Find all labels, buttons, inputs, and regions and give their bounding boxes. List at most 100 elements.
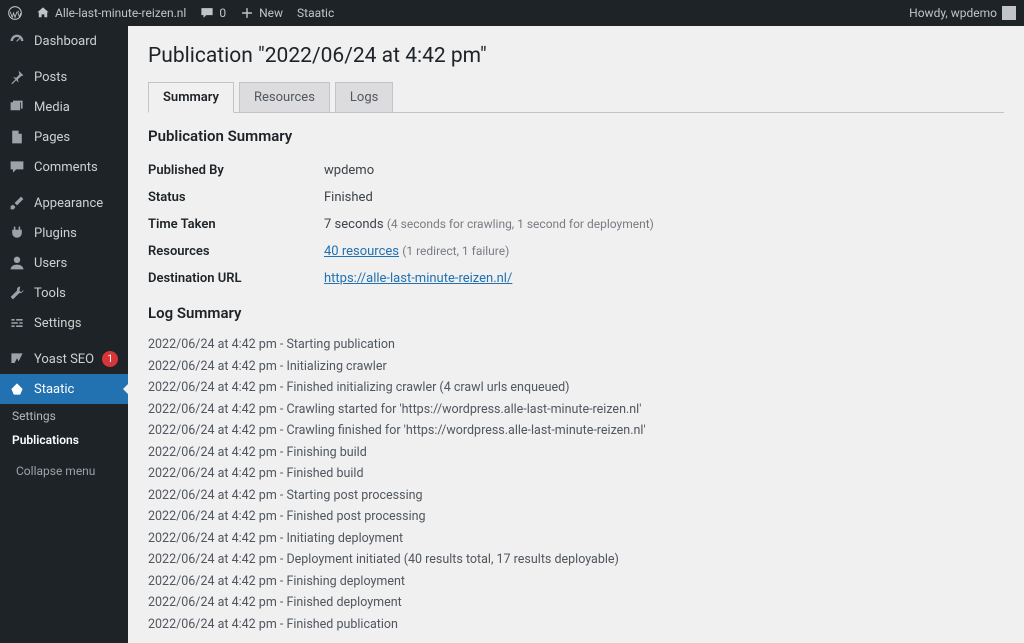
sidebar-label: Appearance	[34, 196, 103, 211]
sidebar-label: Dashboard	[34, 34, 97, 49]
brush-icon	[8, 194, 26, 212]
log-entry: 2022/06/24 at 4:42 pm - Finishing deploy…	[148, 571, 1004, 593]
time-taken-value: 7 seconds (4 seconds for crawling, 1 sec…	[324, 217, 654, 232]
time-taken-main: 7 seconds	[324, 217, 384, 232]
site-name: Alle-last-minute-reizen.nl	[55, 6, 186, 20]
sidebar-label: Comments	[34, 160, 98, 175]
admin-bar-right: Howdy, wpdemo	[909, 6, 1016, 20]
yoast-badge: 1	[102, 351, 118, 367]
sidebar-label: Yoast SEO	[34, 352, 94, 367]
log-entry: 2022/06/24 at 4:42 pm - Crawling finishe…	[148, 420, 1004, 442]
tabs: Summary Resources Logs	[148, 82, 1004, 113]
sidebar-item-pages[interactable]: Pages	[0, 122, 128, 152]
admin-bar-left: Alle-last-minute-reizen.nl 0 New Staatic	[8, 6, 334, 20]
page-title: Publication "2022/06/24 at 4:42 pm"	[148, 44, 1004, 68]
tab-logs[interactable]: Logs	[335, 82, 393, 112]
howdy-item[interactable]: Howdy, wpdemo	[909, 6, 1016, 20]
sidebar-item-dashboard[interactable]: Dashboard	[0, 26, 128, 56]
comments-item[interactable]: 0	[200, 6, 226, 20]
new-label: New	[259, 6, 283, 20]
sidebar-item-posts[interactable]: Posts	[0, 62, 128, 92]
log-entry: 2022/06/24 at 4:42 pm - Finished deploym…	[148, 592, 1004, 614]
collapse-menu[interactable]: Collapse menu	[0, 458, 128, 484]
sidebar-label: Staatic	[34, 382, 74, 397]
plus-icon	[240, 6, 254, 20]
sidebar-item-staatic[interactable]: Staatic	[0, 374, 128, 404]
log-entry: 2022/06/24 at 4:42 pm - Starting post pr…	[148, 485, 1004, 507]
log-summary-heading: Log Summary	[148, 304, 1004, 322]
sidebar-sub-settings[interactable]: Settings	[0, 404, 128, 428]
sidebar-item-settings[interactable]: Settings	[0, 308, 128, 338]
sidebar-label: Users	[34, 256, 67, 271]
plug-icon	[8, 224, 26, 242]
sidebar-sub-publications[interactable]: Publications	[0, 428, 128, 452]
tab-resources[interactable]: Resources	[239, 82, 330, 112]
status-value: Finished	[324, 190, 373, 205]
publication-summary-heading: Publication Summary	[148, 127, 1004, 145]
media-icon	[8, 98, 26, 116]
sidebar-item-comments[interactable]: Comments	[0, 152, 128, 182]
time-taken-detail: (4 seconds for crawling, 1 second for de…	[387, 217, 654, 231]
log-entry: 2022/06/24 at 4:42 pm - Finished build	[148, 463, 1004, 485]
sidebar-item-media[interactable]: Media	[0, 92, 128, 122]
sidebar-label: Tools	[34, 286, 66, 301]
sidebar-item-users[interactable]: Users	[0, 248, 128, 278]
comment-icon	[200, 6, 214, 20]
published-by-value: wpdemo	[324, 163, 374, 178]
resources-link[interactable]: 40 resources	[324, 244, 399, 259]
sidebar-item-appearance[interactable]: Appearance	[0, 188, 128, 218]
log-entry: 2022/06/24 at 4:42 pm - Deployment initi…	[148, 549, 1004, 571]
new-item[interactable]: New	[240, 6, 283, 20]
row-resources: Resources 40 resources (1 redirect, 1 fa…	[148, 238, 1004, 265]
sidebar-item-tools[interactable]: Tools	[0, 278, 128, 308]
log-entry: 2022/06/24 at 4:42 pm - Finishing build	[148, 442, 1004, 464]
log-entry: 2022/06/24 at 4:42 pm - Finished post pr…	[148, 506, 1004, 528]
destination-url-value: https://alle-last-minute-reizen.nl/	[324, 271, 512, 286]
comments-icon	[8, 158, 26, 176]
log-entry: 2022/06/24 at 4:42 pm - Finished initial…	[148, 377, 1004, 399]
resources-label: Resources	[148, 244, 324, 259]
sliders-icon	[8, 314, 26, 332]
wrench-icon	[8, 284, 26, 302]
log-entry: 2022/06/24 at 4:42 pm - Finished publica…	[148, 614, 1004, 636]
site-name-item[interactable]: Alle-last-minute-reizen.nl	[36, 6, 186, 20]
tab-summary[interactable]: Summary	[148, 82, 234, 113]
wordpress-logo-icon	[8, 6, 22, 20]
admin-sidebar: Dashboard Posts Media Pages Comments App…	[0, 26, 128, 643]
collapse-label: Collapse menu	[16, 464, 95, 478]
status-label: Status	[148, 190, 324, 205]
wordpress-logo-item[interactable]	[8, 6, 22, 20]
sidebar-label: Posts	[34, 70, 67, 85]
user-icon	[8, 254, 26, 272]
log-entry: 2022/06/24 at 4:42 pm - Starting publica…	[148, 334, 1004, 356]
sidebar-label: Settings	[34, 316, 81, 331]
page-icon	[8, 128, 26, 146]
page-wrap: Dashboard Posts Media Pages Comments App…	[0, 26, 1024, 643]
row-published-by: Published By wpdemo	[148, 157, 1004, 184]
comment-count: 0	[219, 6, 226, 20]
staatic-bar-item[interactable]: Staatic	[297, 6, 334, 20]
sidebar-label: Pages	[34, 130, 70, 145]
destination-url-label: Destination URL	[148, 271, 324, 286]
destination-url-link[interactable]: https://alle-last-minute-reizen.nl/	[324, 271, 512, 286]
row-time-taken: Time Taken 7 seconds (4 seconds for craw…	[148, 211, 1004, 238]
dashboard-icon	[8, 32, 26, 50]
staatic-icon	[8, 380, 26, 398]
yoast-icon	[8, 350, 26, 368]
resources-value: 40 resources (1 redirect, 1 failure)	[324, 244, 509, 259]
sidebar-label: Media	[34, 100, 70, 115]
howdy-label: Howdy, wpdemo	[909, 6, 997, 20]
row-status: Status Finished	[148, 184, 1004, 211]
time-taken-label: Time Taken	[148, 217, 324, 232]
log-entry: 2022/06/24 at 4:42 pm - Crawling started…	[148, 399, 1004, 421]
sidebar-item-yoast[interactable]: Yoast SEO 1	[0, 344, 128, 374]
admin-bar: Alle-last-minute-reizen.nl 0 New Staatic…	[0, 0, 1024, 26]
main-content: Publication "2022/06/24 at 4:42 pm" Summ…	[128, 26, 1024, 643]
log-list: 2022/06/24 at 4:42 pm - Starting publica…	[148, 334, 1004, 635]
resources-detail: (1 redirect, 1 failure)	[402, 244, 509, 258]
home-icon	[36, 6, 50, 20]
sidebar-item-plugins[interactable]: Plugins	[0, 218, 128, 248]
sidebar-label: Plugins	[34, 226, 77, 241]
avatar-icon	[1002, 6, 1016, 20]
log-entry: 2022/06/24 at 4:42 pm - Initiating deplo…	[148, 528, 1004, 550]
